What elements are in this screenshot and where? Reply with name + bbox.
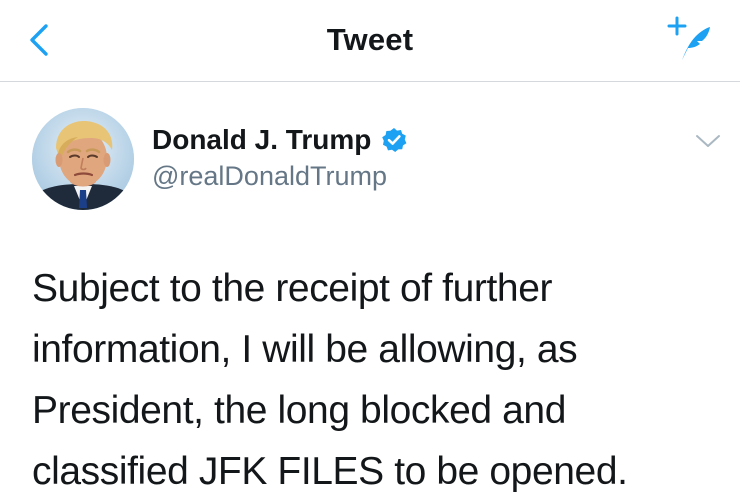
author-name: Donald J. Trump: [152, 124, 372, 155]
page-title: Tweet: [326, 22, 414, 57]
compose-tweet-icon: [667, 16, 710, 60]
avatar[interactable]: [32, 108, 134, 210]
author-name-row[interactable]: Donald J. Trump: [152, 124, 407, 156]
profile-photo: [32, 108, 134, 210]
navigation-bar: Tweet: [0, 0, 740, 82]
tweet-menu-button[interactable]: [693, 130, 723, 152]
tweet-text-line: classified JFK FILES to be opened.: [32, 450, 628, 493]
verified-badge-icon: [381, 127, 407, 153]
tweet-text: Subject to the receipt of further inform…: [32, 258, 722, 500]
tweet-text-line: President, the long blocked and: [32, 389, 566, 432]
tweet-detail-screen: Tweet Donald J. Trump @realDonaldTrump S…: [0, 0, 740, 500]
tweet-text-line: Subject to the receipt of further: [32, 267, 553, 310]
compose-tweet-button[interactable]: [666, 14, 712, 64]
tweet-text-line: information, I will be allowing, as: [32, 328, 578, 371]
author-handle[interactable]: @realDonaldTrump: [152, 160, 387, 192]
chevron-down-icon: [696, 135, 720, 147]
